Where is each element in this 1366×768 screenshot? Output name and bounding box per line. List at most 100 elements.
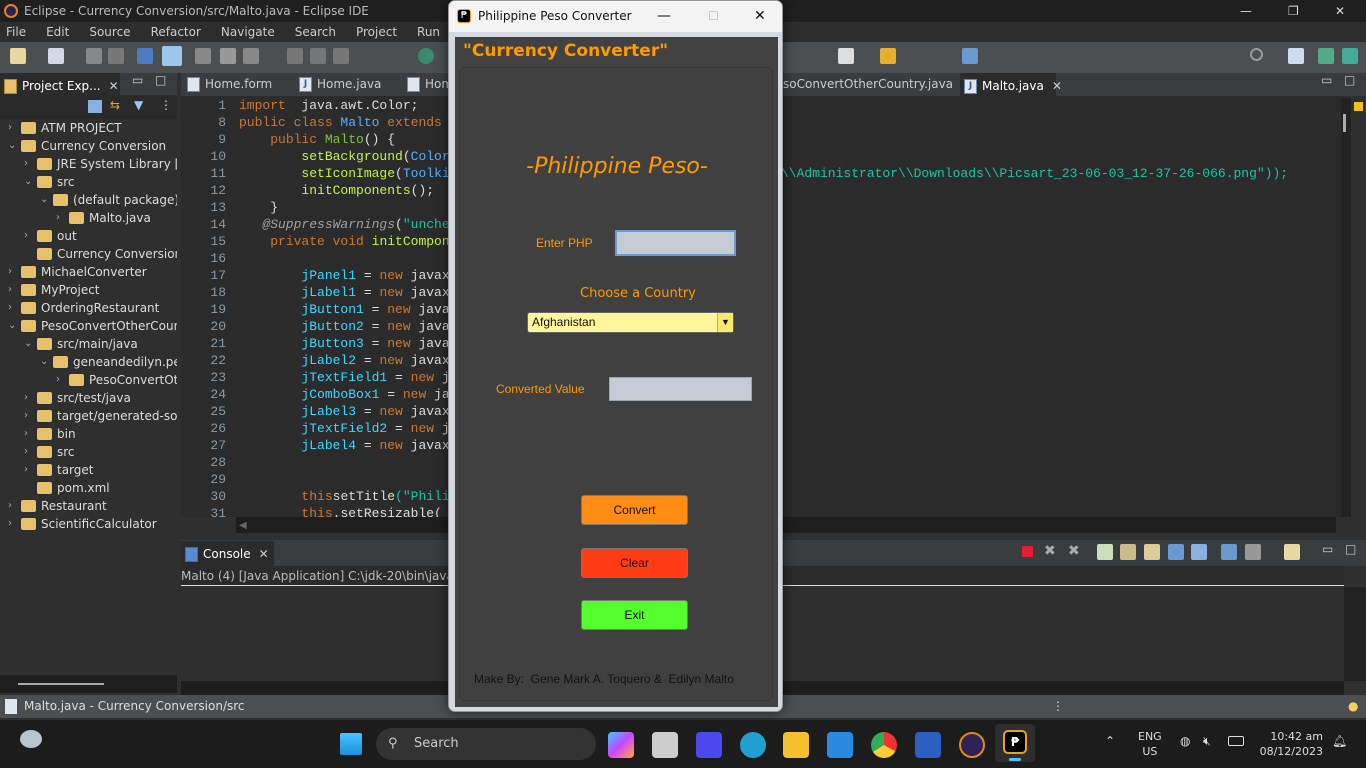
chrome-icon[interactable]: [871, 732, 897, 758]
tree-item[interactable]: Currency Conversion.iml: [37, 245, 177, 263]
chevron-down-icon[interactable]: ▼: [717, 313, 733, 332]
menu-refactor[interactable]: Refactor: [141, 22, 211, 42]
lightbulb-icon[interactable]: ●: [1348, 695, 1358, 718]
maximize-editor-icon[interactable]: □: [1344, 73, 1355, 87]
volume-muted-icon[interactable]: 🔇︎: [1203, 734, 1211, 749]
chevron-right-icon[interactable]: ›: [8, 299, 12, 317]
debug-icon[interactable]: [418, 48, 434, 64]
back-icon[interactable]: [838, 48, 854, 64]
network-icon[interactable]: ◍: [1180, 734, 1190, 748]
close-icon[interactable]: ✕: [1052, 79, 1062, 93]
tree-item[interactable]: › out: [24, 227, 77, 245]
eclipse-icon[interactable]: [959, 732, 985, 758]
app-icon[interactable]: [696, 732, 722, 758]
tab-pesoconvertothercountry[interactable]: soConvertOtherCountry.java: [761, 73, 953, 96]
clear-button[interactable]: Clear: [581, 548, 688, 578]
tree-item[interactable]: › Malto.java: [56, 209, 151, 227]
java-perspective-icon[interactable]: [1318, 48, 1334, 64]
menu-file[interactable]: File: [0, 22, 36, 42]
chevron-right-icon[interactable]: ›: [24, 389, 28, 407]
edge-icon[interactable]: [740, 732, 766, 758]
pin-console-icon[interactable]: [1221, 544, 1237, 560]
minimize-console-icon[interactable]: ▭: [1322, 542, 1333, 556]
menu-source[interactable]: Source: [79, 22, 140, 42]
minimize-editor-icon[interactable]: ▭: [1321, 73, 1332, 87]
minimize-view-icon[interactable]: ▭: [132, 73, 143, 87]
view-menu-icon[interactable]: ⋮: [160, 98, 172, 112]
step-over-icon[interactable]: [310, 48, 326, 64]
scroll-lock-icon[interactable]: [1120, 544, 1136, 560]
language-indicator[interactable]: ENG US: [1138, 729, 1162, 759]
word-wrap-icon[interactable]: [1144, 544, 1160, 560]
chevron-down-icon[interactable]: ⌄: [24, 335, 32, 353]
resume-icon[interactable]: [195, 48, 211, 64]
chevron-right-icon[interactable]: ›: [24, 461, 28, 479]
chevron-right-icon[interactable]: ›: [8, 515, 12, 533]
tree-item[interactable]: ⌄ src/main/java: [24, 335, 138, 353]
new-class-icon[interactable]: [48, 48, 64, 64]
tree-item[interactable]: › target: [24, 461, 94, 479]
tree-item[interactable]: › OrderingRestaurant: [8, 299, 159, 317]
explorer-hscrollbar[interactable]: [0, 675, 177, 693]
tree-item[interactable]: › src: [24, 443, 75, 461]
tab-console[interactable]: Console ✕: [181, 541, 274, 566]
tree-item[interactable]: › bin: [24, 425, 76, 443]
clock[interactable]: 10:42 am 08/12/2023: [1255, 729, 1323, 759]
chevron-down-icon[interactable]: ⌄: [8, 137, 16, 155]
vscode-icon[interactable]: [827, 732, 853, 758]
chevron-right-icon[interactable]: ›: [24, 407, 28, 425]
suspend-icon[interactable]: [220, 48, 236, 64]
copilot-icon[interactable]: [608, 732, 634, 758]
notification-icon[interactable]: 🔔︎: [1332, 734, 1347, 748]
minimize-button[interactable]: —: [1240, 0, 1252, 22]
filter-icon[interactable]: ▼: [134, 98, 143, 112]
perspective-icon[interactable]: [1288, 48, 1304, 64]
menu-project[interactable]: Project: [346, 22, 407, 42]
save-icon[interactable]: [86, 48, 102, 64]
tree-item[interactable]: pom.xml: [37, 479, 110, 497]
menu-search[interactable]: Search: [285, 22, 346, 42]
chevron-right-icon[interactable]: ›: [56, 371, 60, 389]
file-explorer-icon[interactable]: [783, 732, 809, 758]
tree-item[interactable]: ⌄ geneandedilyn.peso: [40, 353, 177, 371]
weather-icon[interactable]: [20, 730, 42, 748]
dialog-minimize-button[interactable]: —: [657, 1, 671, 32]
chevron-right-icon[interactable]: ›: [24, 425, 28, 443]
chevron-down-icon[interactable]: ⌄: [40, 191, 48, 209]
tree-item[interactable]: › PesoConvertOtherCountry.java: [56, 371, 177, 389]
terminate-icon[interactable]: [243, 48, 259, 64]
chevron-right-icon[interactable]: ›: [24, 155, 28, 173]
search-icon[interactable]: [1250, 48, 1263, 61]
menu-navigate[interactable]: Navigate: [211, 22, 285, 42]
chevron-right-icon[interactable]: ›: [24, 227, 28, 245]
peso-converter-taskbar-button[interactable]: ₱: [995, 724, 1035, 762]
editor-hscrollbar[interactable]: ◀: [236, 517, 1336, 533]
tree-item[interactable]: › target/generated-sources: [24, 407, 177, 425]
tree-item[interactable]: › MyProject: [8, 281, 100, 299]
show-hidden-icons[interactable]: ⌃: [1105, 734, 1115, 748]
exit-button[interactable]: Exit: [581, 600, 688, 630]
skip-breakpoints-icon[interactable]: [162, 46, 182, 66]
close-button[interactable]: ✕: [1335, 0, 1345, 22]
tree-item[interactable]: ⌄ (default package): [40, 191, 177, 209]
taskbar-search[interactable]: ⚲ Search: [376, 728, 596, 760]
chevron-right-icon[interactable]: ›: [24, 443, 28, 461]
chevron-down-icon[interactable]: ⌄: [8, 317, 16, 335]
terminate-console-icon[interactable]: [1022, 546, 1033, 557]
maximize-console-icon[interactable]: □: [1345, 542, 1356, 556]
tab-home-java[interactable]: J Home.java: [295, 73, 395, 96]
new-icon[interactable]: [10, 48, 26, 64]
tree-item[interactable]: › MichaelConverter: [8, 263, 147, 281]
close-icon[interactable]: ✕: [109, 79, 119, 93]
remove-all-icon[interactable]: ✖: [1068, 543, 1080, 559]
step-into-icon[interactable]: [287, 48, 303, 64]
open-console-icon[interactable]: [1284, 544, 1300, 560]
country-combobox[interactable]: Afghanistan ▼: [527, 312, 734, 333]
open-perspective-icon[interactable]: [962, 48, 978, 64]
tree-item[interactable]: › Restaurant: [8, 497, 107, 515]
start-icon[interactable]: [340, 733, 362, 755]
terminal-icon[interactable]: [137, 48, 153, 64]
clear-console-icon[interactable]: [1097, 544, 1113, 560]
tab-home[interactable]: Hom: [403, 73, 453, 96]
console-vscrollbar[interactable]: [1344, 587, 1366, 681]
